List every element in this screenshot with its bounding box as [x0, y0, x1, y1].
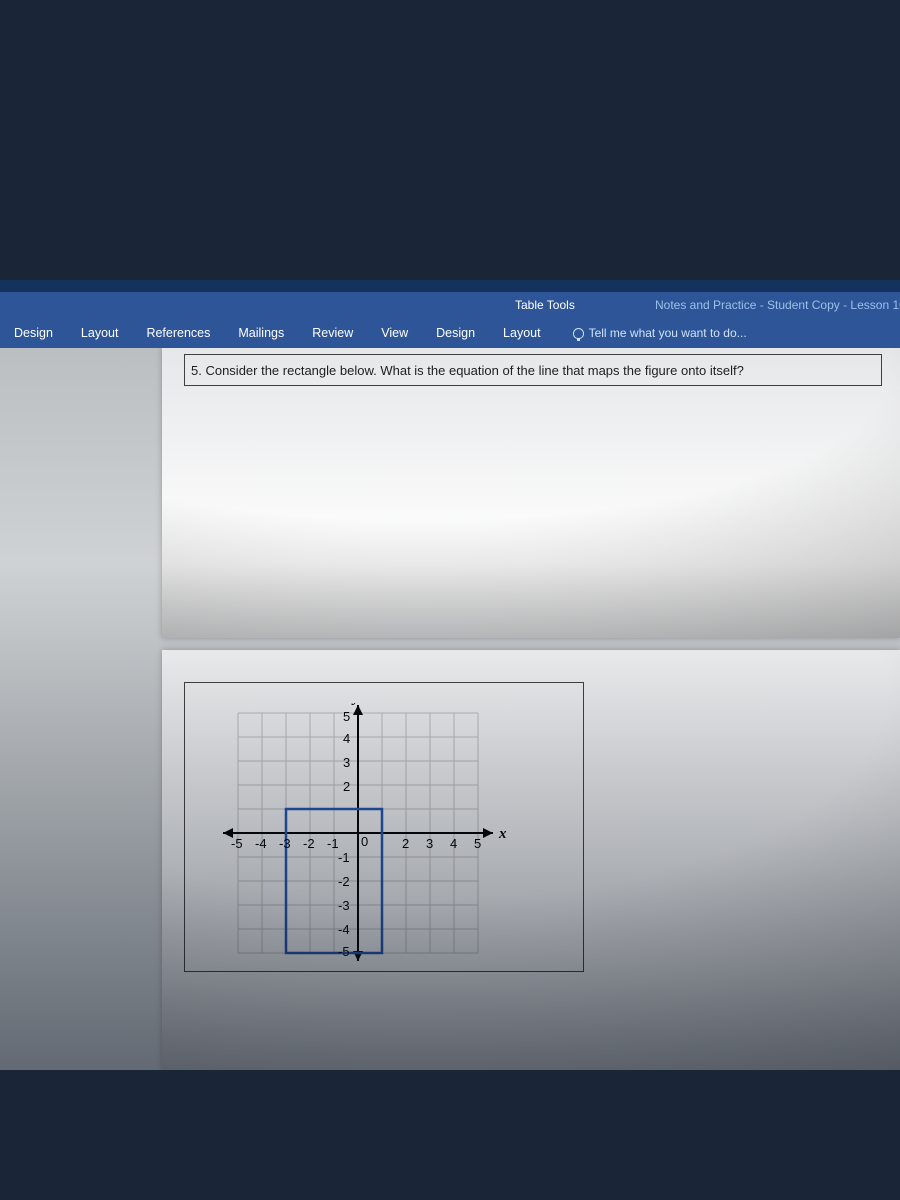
xtick: -2: [303, 836, 315, 851]
xtick: 2: [402, 836, 409, 851]
ytick: -2: [338, 874, 350, 889]
tell-me-search[interactable]: Tell me what you want to do...: [555, 326, 747, 340]
tab-table-layout[interactable]: Layout: [489, 318, 555, 348]
context-tool-label: Table Tools: [515, 298, 655, 312]
document-area[interactable]: 5. Consider the rectangle below. What is…: [0, 348, 900, 1070]
tab-review[interactable]: Review: [298, 318, 367, 348]
xtick: -4: [255, 836, 267, 851]
ytick: 5: [343, 709, 350, 724]
tab-references[interactable]: References: [132, 318, 224, 348]
arrow-right-icon: [483, 828, 493, 838]
xtick: 4: [450, 836, 457, 851]
ytick: 2: [343, 779, 350, 794]
xtick: -5: [231, 836, 243, 851]
xtick: 5: [474, 836, 481, 851]
question-text: 5. Consider the rectangle below. What is…: [191, 363, 744, 378]
tab-design[interactable]: Design: [0, 318, 67, 348]
lightbulb-icon: [573, 328, 584, 339]
photo-shade: [162, 348, 900, 638]
ytick: -4: [338, 922, 350, 937]
ytick: -3: [338, 898, 350, 913]
question-cell[interactable]: 5. Consider the rectangle below. What is…: [184, 354, 882, 386]
tab-mailings[interactable]: Mailings: [224, 318, 298, 348]
ytick: -5: [338, 944, 350, 959]
ytick: -1: [338, 850, 350, 865]
xtick: -3: [279, 836, 291, 851]
tell-me-placeholder: Tell me what you want to do...: [589, 326, 747, 340]
arrow-up-icon: [353, 705, 363, 715]
grid-svg: y x 5 4 3 2 0 -1 -2 -3 -4 -5 -: [203, 703, 553, 963]
titlebar: Table Tools Notes and Practice - Student…: [0, 292, 900, 318]
ytick: 3: [343, 755, 350, 770]
ribbon-tabs: Design Layout References Mailings Review…: [0, 318, 900, 348]
app-window: Table Tools Notes and Practice - Student…: [0, 280, 900, 1070]
coordinate-grid: y x 5 4 3 2 0 -1 -2 -3 -4 -5 -: [203, 703, 553, 963]
tab-table-design[interactable]: Design: [422, 318, 489, 348]
tab-view[interactable]: View: [367, 318, 422, 348]
x-axis-label: x: [498, 826, 507, 842]
y-axis-label: y: [351, 703, 360, 706]
figure-cell: y x 5 4 3 2 0 -1 -2 -3 -4 -5 -: [184, 682, 584, 972]
xtick: 3: [426, 836, 433, 851]
page-1: 5. Consider the rectangle below. What is…: [162, 348, 900, 638]
page-2: y x 5 4 3 2 0 -1 -2 -3 -4 -5 -: [162, 650, 900, 1070]
ytick: 4: [343, 731, 350, 746]
tab-layout[interactable]: Layout: [67, 318, 133, 348]
ytick: 0: [361, 834, 368, 849]
document-title: Notes and Practice - Student Copy - Less…: [655, 298, 900, 312]
xtick: -1: [327, 836, 339, 851]
titlebar-slab: [0, 280, 900, 292]
